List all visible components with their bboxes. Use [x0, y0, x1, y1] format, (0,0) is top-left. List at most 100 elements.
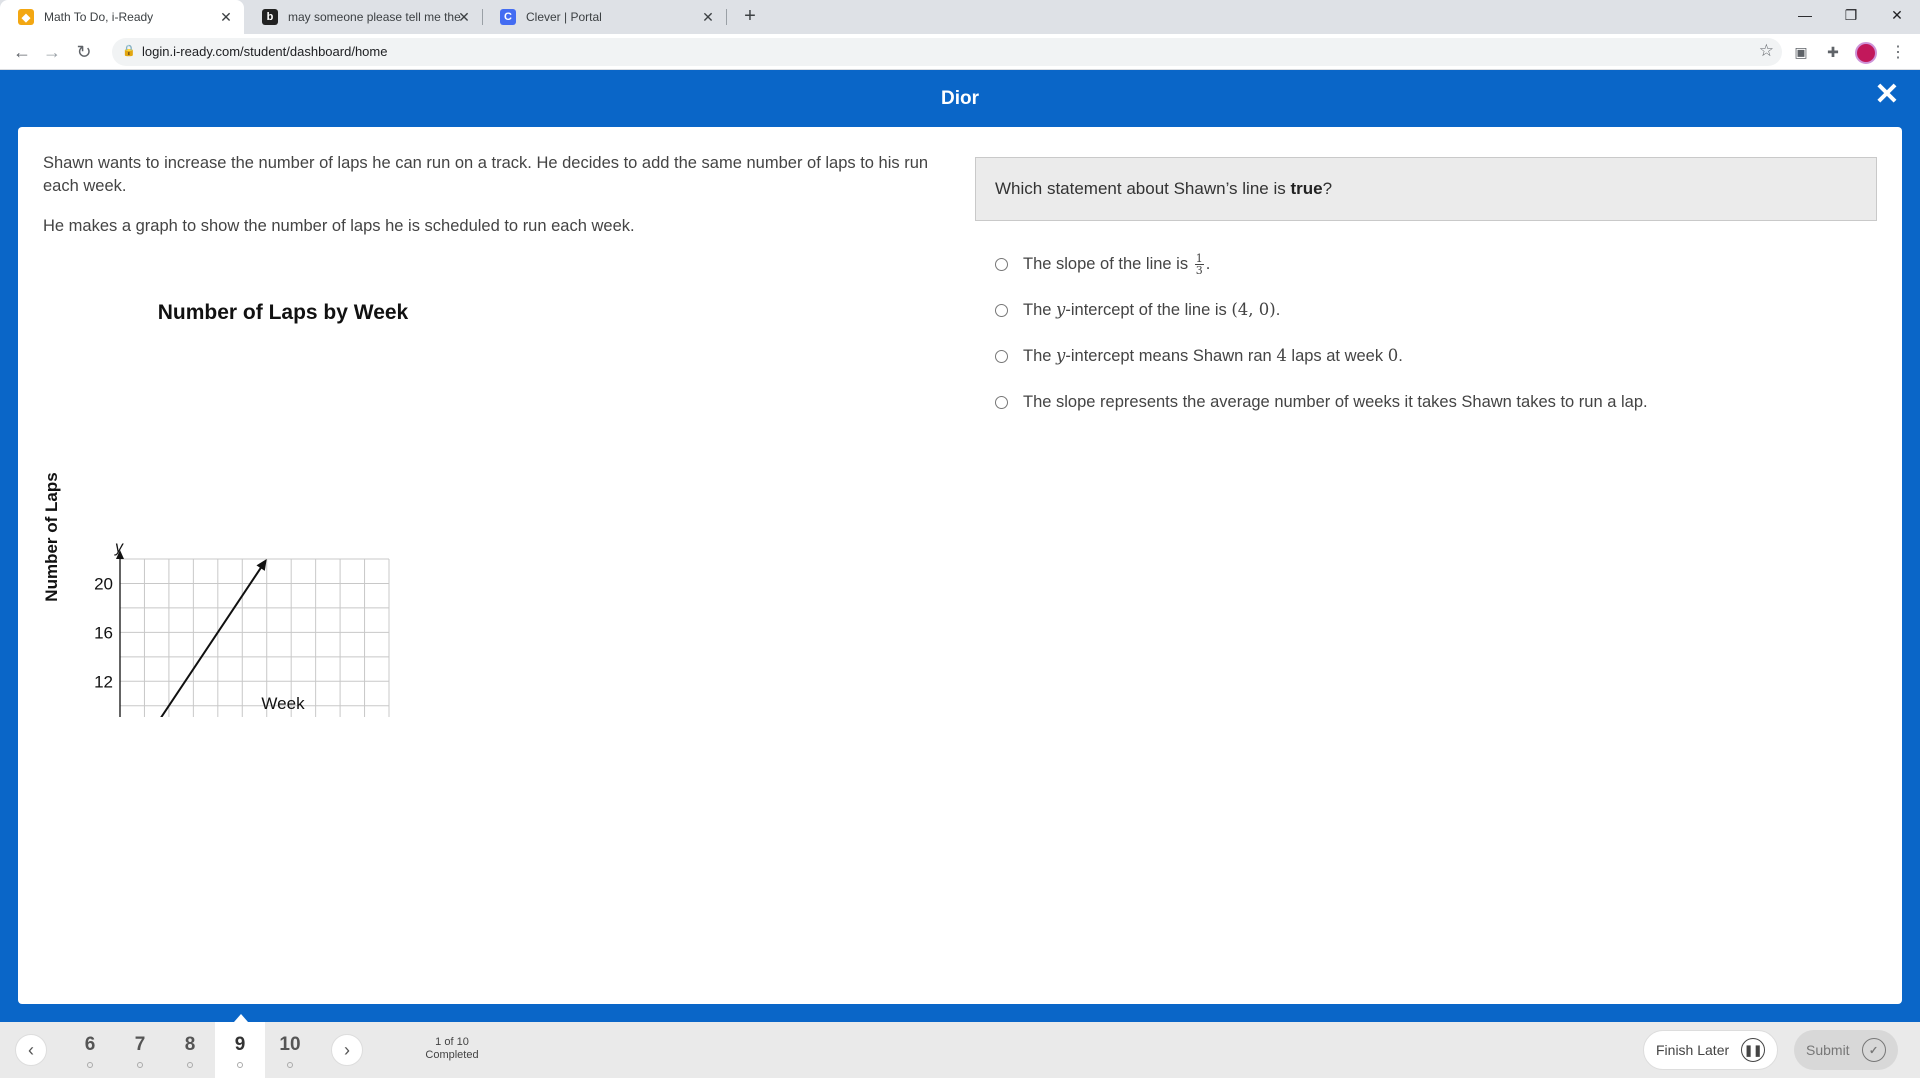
fraction-denominator: 3 — [1195, 263, 1203, 277]
x-axis-label: Week — [261, 694, 305, 713]
finish-later-button[interactable]: Finish Later ❚❚ — [1643, 1030, 1779, 1070]
check-icon: ✓ — [1861, 1038, 1886, 1062]
next-chevron-icon[interactable]: › — [331, 1034, 363, 1066]
problem-paragraph: He makes a graph to show the number of l… — [43, 217, 635, 235]
previous-chevron-icon[interactable]: ‹ — [15, 1034, 47, 1066]
progress-status: Completed — [425, 1049, 479, 1061]
option-text: The slope of the line is 13. — [1023, 253, 1210, 276]
current-caret — [234, 1014, 248, 1022]
address-bar[interactable]: 🔒 login.i-ready.com/student/dashboard/ho… — [112, 38, 1782, 66]
question-number-8[interactable]: 8 — [165, 1022, 215, 1078]
url-text: login.i-ready.com/student/dashboard/home — [142, 44, 388, 59]
option-text-part: -intercept of the line is — [1065, 301, 1232, 319]
question-number-label: 6 — [84, 1034, 96, 1055]
question-navigation-bar: ‹ 6 7 8 9 10 › 1 of 10 Completed Finish … — [0, 1014, 1920, 1078]
option-text-part: . — [1398, 347, 1403, 365]
status-dot — [287, 1062, 293, 1068]
question-number-6[interactable]: 6 — [65, 1022, 115, 1078]
iready-favicon-icon: ◆ — [18, 9, 34, 25]
cast-icon[interactable]: ▣ — [1791, 42, 1811, 62]
answer-options: The slope of the line is 13. The y-inter… — [975, 241, 1877, 425]
answer-option-d[interactable]: The slope represents the average number … — [975, 379, 1877, 425]
chart-tick-labels: 24681048121620 — [94, 574, 374, 851]
question-number-label: 10 — [279, 1034, 301, 1055]
option-text-part: laps at week — [1286, 347, 1388, 365]
status-dot — [87, 1062, 93, 1068]
fraction: 13 — [1194, 251, 1204, 277]
tab-title: may someone please tell me the — [288, 10, 461, 24]
problem-card: Shawn wants to increase the number of la… — [18, 127, 1902, 1004]
question-number-7[interactable]: 7 — [115, 1022, 165, 1078]
question-prompt: Which statement about Shawn’s line is tr… — [975, 157, 1877, 221]
tab-iready[interactable]: ◆ Math To Do, i-Ready ✕ — [0, 0, 244, 34]
lock-icon: 🔒 — [122, 45, 136, 57]
lesson-title: Dior — [941, 88, 979, 109]
new-tab-button[interactable]: + — [738, 5, 762, 29]
fraction-numerator: 1 — [1194, 251, 1204, 265]
answer-option-a[interactable]: The slope of the line is 13. — [975, 241, 1877, 287]
problem-paragraph: Shawn wants to increase the number of la… — [43, 154, 929, 195]
question-number-label: 9 — [234, 1034, 246, 1055]
data-line-arrowhead — [256, 559, 267, 571]
answer-option-b[interactable]: The y-intercept of the line is (4, 0). — [975, 287, 1877, 333]
status-dot — [187, 1062, 193, 1068]
back-arrow-icon[interactable]: ← — [10, 40, 34, 64]
radio-button[interactable] — [995, 257, 1008, 271]
reload-icon[interactable]: ↻ — [72, 40, 96, 64]
extensions-puzzle-icon[interactable]: ✚ — [1823, 42, 1843, 62]
browser-toolbar: ← → ↻ 🔒 login.i-ready.com/student/dashbo… — [0, 34, 1920, 70]
y-axis-variable: y — [114, 539, 124, 556]
close-lesson-icon[interactable]: ✕ — [1872, 80, 1902, 110]
y-axis-label: Number of Laps — [42, 472, 61, 601]
y-tick-label: 16 — [94, 623, 113, 642]
option-text-part: . — [1205, 254, 1211, 273]
bookmark-star-icon[interactable]: ☆ — [1759, 41, 1774, 61]
question-panel: Which statement about Shawn’s line is tr… — [975, 157, 1877, 425]
answer-option-c[interactable]: The y-intercept means Shawn ran 4 laps a… — [975, 333, 1877, 379]
question-number-label: 7 — [134, 1034, 146, 1055]
close-icon[interactable]: ✕ — [218, 9, 234, 25]
option-text-part: -intercept means Shawn ran — [1065, 347, 1277, 365]
tab-clever[interactable]: C Clever | Portal ✕ — [482, 0, 727, 34]
radio-button[interactable] — [995, 349, 1008, 363]
browser-menu-icon[interactable]: ⋮ — [1888, 42, 1908, 62]
question-emphasis: true — [1290, 179, 1323, 198]
tab-brainly[interactable]: b may someone please tell me the ✕ — [244, 0, 483, 34]
forward-arrow-icon[interactable]: → — [40, 40, 64, 64]
lesson-header: Dior ✕ — [0, 70, 1920, 127]
submit-button[interactable]: Submit ✓ — [1794, 1030, 1898, 1070]
math-expression: (4, 0) — [1231, 300, 1276, 319]
math-expression: 0 — [1387, 346, 1399, 365]
close-icon[interactable]: ✕ — [700, 9, 716, 25]
window-close-icon[interactable]: ✕ — [1874, 0, 1920, 30]
option-text-part: The — [1023, 347, 1057, 365]
tab-separator — [726, 9, 727, 25]
brainly-favicon-icon: b — [262, 9, 278, 25]
submit-label: Submit — [1806, 1042, 1850, 1058]
finish-later-label: Finish Later — [1656, 1042, 1730, 1058]
minimize-icon[interactable]: — — [1782, 0, 1828, 30]
restore-icon[interactable]: ❐ — [1828, 0, 1874, 30]
pause-icon: ❚❚ — [1741, 1038, 1766, 1062]
radio-button[interactable] — [995, 303, 1008, 317]
browser-tab-bar: ◆ Math To Do, i-Ready ✕ b may someone pl… — [0, 0, 1920, 34]
math-expression: 4 — [1276, 346, 1287, 365]
close-icon[interactable]: ✕ — [456, 9, 472, 25]
option-text-part: The slope of the line is — [1023, 254, 1193, 273]
question-number-10[interactable]: 10 — [265, 1022, 315, 1078]
progress-count: 1 of 10 — [435, 1036, 469, 1048]
chart-axes — [116, 550, 407, 832]
laps-chart: Number of Laps by Week 24681048121620 We… — [38, 287, 468, 851]
option-text-part: The — [1023, 301, 1057, 319]
status-dot — [137, 1062, 143, 1068]
clever-favicon-icon: C — [500, 9, 516, 25]
question-text: Which statement about Shawn’s line is — [995, 179, 1291, 198]
question-number-label: 8 — [184, 1034, 196, 1055]
chart-title: Number of Laps by Week — [158, 301, 409, 324]
tab-title: Math To Do, i-Ready — [44, 10, 154, 24]
math-variable: y — [1056, 346, 1066, 365]
option-text: The y-intercept of the line is (4, 0). — [1023, 300, 1280, 320]
radio-button[interactable] — [995, 395, 1008, 409]
question-number-9[interactable]: 9 — [215, 1014, 265, 1078]
profile-avatar[interactable] — [1855, 42, 1877, 64]
